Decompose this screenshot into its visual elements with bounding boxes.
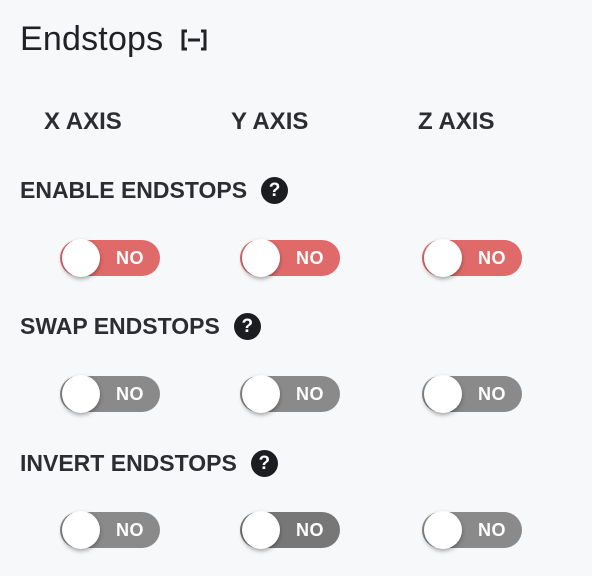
toggle-state-label: NO bbox=[296, 520, 324, 540]
swap-endstops-label: SWAP ENDSTOPS bbox=[20, 313, 220, 339]
invert-endstops-label-row: INVERT ENDSTOPS ? bbox=[20, 450, 278, 477]
toggle-knob bbox=[424, 511, 462, 549]
toggle-state-label: NO bbox=[478, 384, 506, 404]
toggle-state-label: NO bbox=[296, 384, 324, 404]
enable-endstops-x-toggle[interactable]: NO bbox=[60, 239, 160, 277]
swap-endstops-help-icon[interactable]: ? bbox=[233, 313, 261, 340]
invert-endstops-help-icon[interactable]: ? bbox=[250, 450, 278, 477]
toggle-state-label: NO bbox=[116, 384, 144, 404]
swap-endstops-x-toggle[interactable]: NO bbox=[60, 375, 160, 413]
invert-endstops-z-toggle[interactable]: NO bbox=[422, 511, 522, 549]
enable-endstops-label-row: ENABLE ENDSTOPS ? bbox=[20, 177, 289, 204]
swap-endstops-label-row: SWAP ENDSTOPS ? bbox=[20, 313, 261, 340]
enable-endstops-z-toggle[interactable]: NO bbox=[422, 239, 522, 277]
axis-header-z: Z AXIS bbox=[418, 108, 495, 135]
toggle-knob bbox=[242, 239, 280, 277]
panel-title: Endstops bbox=[20, 20, 164, 58]
axis-headers: X AXIS Y AXIS Z AXIS bbox=[0, 108, 592, 136]
toggle-state-label: NO bbox=[116, 520, 144, 540]
enable-endstops-y-toggle[interactable]: NO bbox=[240, 239, 340, 277]
invert-endstops-x-toggle[interactable]: NO bbox=[60, 511, 160, 549]
axis-header-x: X AXIS bbox=[44, 108, 122, 135]
endstops-panel: Endstops X AXIS Y AXIS Z AXIS ENABLE END… bbox=[0, 0, 592, 576]
enable-endstops-help-icon[interactable]: ? bbox=[261, 177, 289, 204]
toggle-knob bbox=[424, 239, 462, 277]
axis-header-y: Y AXIS bbox=[231, 108, 309, 135]
toggle-knob bbox=[62, 239, 100, 277]
collapse-icon[interactable] bbox=[181, 29, 207, 51]
toggle-knob bbox=[242, 511, 280, 549]
toggle-knob bbox=[242, 375, 280, 413]
toggle-state-label: NO bbox=[478, 520, 506, 540]
enable-endstops-label: ENABLE ENDSTOPS bbox=[20, 177, 248, 203]
toggle-knob bbox=[62, 511, 100, 549]
swap-endstops-y-toggle[interactable]: NO bbox=[240, 375, 340, 413]
toggle-state-label: NO bbox=[116, 248, 144, 268]
swap-endstops-z-toggle[interactable]: NO bbox=[422, 375, 522, 413]
invert-endstops-label: INVERT ENDSTOPS bbox=[20, 450, 237, 476]
invert-endstops-y-toggle[interactable]: NO bbox=[240, 511, 340, 549]
toggle-state-label: NO bbox=[296, 248, 324, 268]
toggle-knob bbox=[62, 375, 100, 413]
toggle-knob bbox=[424, 375, 462, 413]
toggle-state-label: NO bbox=[478, 248, 506, 268]
panel-header: Endstops bbox=[20, 20, 207, 59]
